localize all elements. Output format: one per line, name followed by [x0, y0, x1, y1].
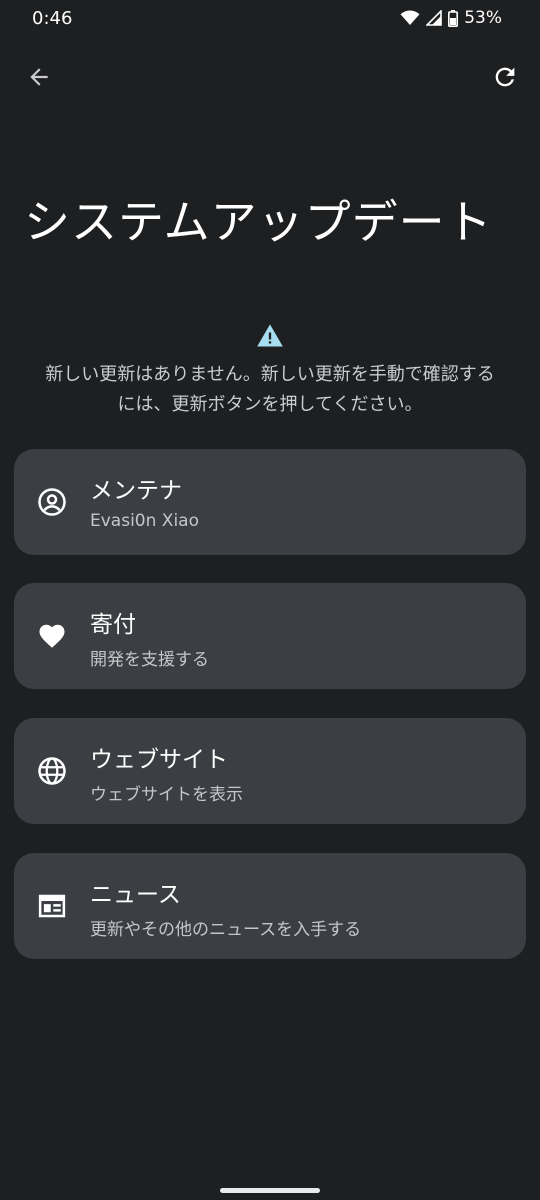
- card-title: ウェブサイト: [90, 747, 228, 773]
- no-updates-notice: 新しい更新はありません。新しい更新を手動で確認するには、更新ボタンを押してくださ…: [0, 322, 540, 420]
- card-subtitle: 更新やその他のニュースを入手する: [90, 920, 362, 940]
- warning-icon: [256, 322, 284, 350]
- page-title: システムアップデート: [24, 195, 493, 249]
- battery-percent: 53%: [464, 8, 502, 28]
- status-icons: 53%: [400, 8, 502, 28]
- notice-text: 新しい更新はありません。新しい更新を手動で確認するには、更新ボタンを押してくださ…: [45, 364, 495, 415]
- donate-card[interactable]: 寄付 開発を支援する: [14, 583, 526, 689]
- gesture-nav-handle[interactable]: [220, 1188, 320, 1193]
- card-subtitle: 開発を支援する: [90, 650, 209, 670]
- card-subtitle: Evasi0n Xiao: [90, 511, 199, 531]
- maintainer-card[interactable]: メンテナ Evasi0n Xiao: [14, 449, 526, 555]
- news-icon: [36, 890, 68, 922]
- card-title: メンテナ: [90, 478, 182, 504]
- refresh-button[interactable]: [488, 62, 522, 96]
- back-button[interactable]: [22, 62, 56, 96]
- battery-icon: [448, 9, 459, 27]
- cell-signal-icon: [426, 10, 443, 26]
- status-time: 0:46: [32, 8, 73, 29]
- wifi-icon: [400, 10, 420, 26]
- card-title: ニュース: [90, 882, 181, 908]
- account-circle-icon: [36, 486, 68, 518]
- globe-icon: [36, 755, 68, 787]
- arrow-back-icon: [26, 64, 52, 94]
- status-bar: 0:46 53%: [0, 0, 540, 40]
- heart-icon: [36, 620, 68, 652]
- website-card[interactable]: ウェブサイト ウェブサイトを表示: [14, 718, 526, 824]
- refresh-icon: [491, 63, 519, 95]
- news-card[interactable]: ニュース 更新やその他のニュースを入手する: [14, 853, 526, 959]
- card-subtitle: ウェブサイトを表示: [90, 785, 243, 805]
- card-title: 寄付: [90, 612, 136, 638]
